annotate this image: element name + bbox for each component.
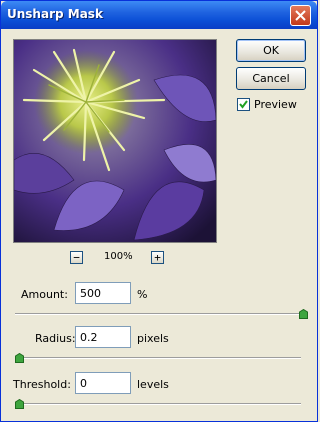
radius-label: Radius: [35,332,76,345]
preview-checkbox[interactable] [237,98,250,111]
radius-slider-thumb[interactable] [15,353,24,363]
threshold-unit: levels [137,378,169,391]
close-button[interactable] [290,5,311,26]
amount-slider-track[interactable] [15,313,307,315]
amount-label: Amount: [21,288,68,301]
checkmark-icon [239,100,248,109]
cancel-button[interactable]: Cancel [236,67,306,90]
plus-icon: + [154,251,161,264]
ok-label: OK [263,44,279,57]
preview-label[interactable]: Preview [254,98,297,111]
threshold-field[interactable] [75,372,131,394]
radius-unit: pixels [137,332,169,345]
title-bar[interactable]: Unsharp Mask [1,1,317,29]
threshold-slider-thumb[interactable] [15,399,24,409]
flower-image [14,40,216,242]
threshold-slider-track[interactable] [15,403,301,405]
unsharp-mask-dialog: Unsharp Mask OK Cancel Preview − 100% + … [0,0,318,422]
amount-unit: % [137,288,148,301]
radius-field[interactable] [75,326,131,348]
minus-icon: − [73,251,80,264]
zoom-out-button[interactable]: − [70,251,83,264]
zoom-level: 100% [104,251,133,262]
cancel-label: Cancel [252,72,290,85]
amount-field[interactable] [75,282,131,304]
preview-image[interactable] [13,39,217,243]
ok-button[interactable]: OK [236,39,306,62]
threshold-label: Threshold: [13,378,71,391]
close-icon [295,10,306,21]
zoom-in-button[interactable]: + [151,251,164,264]
dialog-title: Unsharp Mask [7,7,103,21]
radius-slider-track[interactable] [15,357,301,359]
amount-slider-thumb[interactable] [299,309,308,319]
